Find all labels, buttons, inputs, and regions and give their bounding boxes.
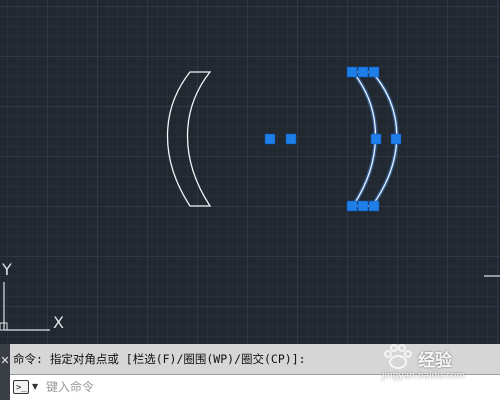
ucs-y-label: Y — [2, 260, 12, 279]
command-input[interactable] — [46, 378, 346, 396]
baidu-jingyan-watermark: 经验 jingyan.baidu.com — [378, 342, 496, 386]
grip-bottom-left[interactable] — [346, 200, 358, 212]
watermark-url: jingyan.baidu.com — [382, 371, 466, 381]
drawing-svg[interactable] — [0, 0, 500, 344]
grip-center-right[interactable] — [285, 133, 297, 145]
ucs-icon — [0, 282, 50, 331]
grip-center-left[interactable] — [264, 133, 276, 145]
grip-bottom-right[interactable] — [368, 200, 380, 212]
grip-top-mid[interactable] — [357, 66, 369, 78]
grip-bottom-mid[interactable] — [357, 200, 369, 212]
grip-top-left[interactable] — [346, 66, 358, 78]
grip-mid-inner[interactable] — [370, 133, 382, 145]
ucs-x-label: X — [53, 313, 64, 332]
chevron-down-icon[interactable]: ▼ — [32, 379, 42, 395]
paw-logo-icon — [384, 344, 412, 369]
drawing-canvas[interactable]: Y X — [0, 0, 500, 344]
left-arc-shape[interactable] — [166, 71, 212, 207]
grip-top-right[interactable] — [368, 66, 380, 78]
grip-mid-outer[interactable] — [390, 133, 402, 145]
command-prompt-icon[interactable]: >_ — [13, 380, 29, 394]
watermark-brand: 经验 — [418, 351, 452, 371]
close-icon[interactable]: ✕ — [0, 354, 10, 368]
